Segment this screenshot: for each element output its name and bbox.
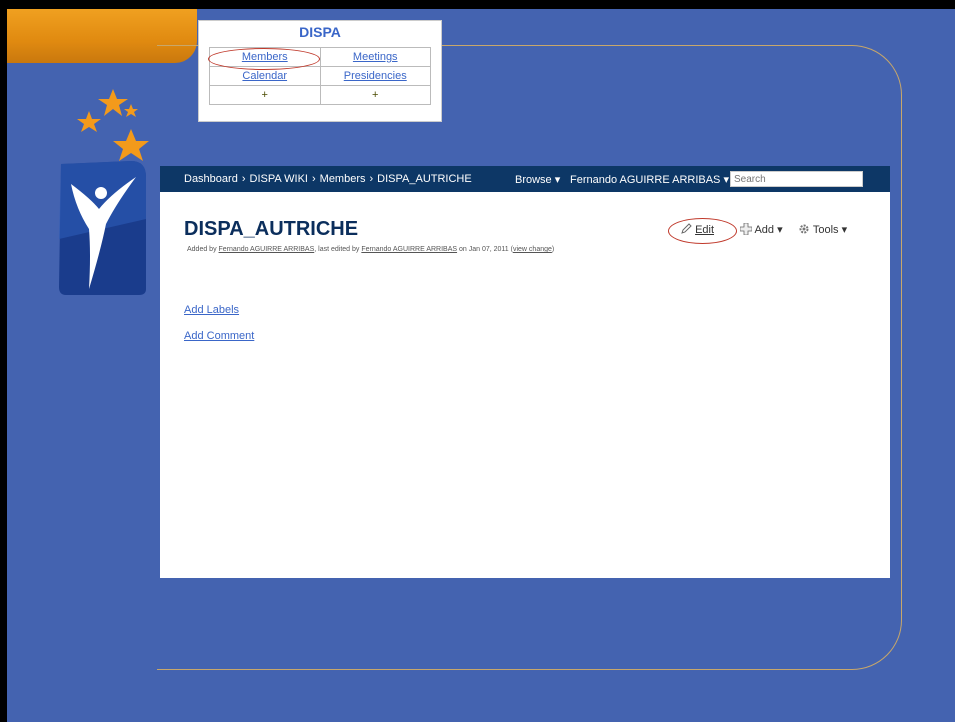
tools-menu-button[interactable]: Tools ▾ bbox=[798, 223, 847, 236]
breadcrumb-separator: › bbox=[311, 173, 316, 185]
meta-date: on Jan 07, 2011 ( bbox=[457, 246, 513, 253]
gear-icon bbox=[799, 224, 809, 234]
breadcrumb-current-page[interactable]: DISPA_AUTRICHE bbox=[377, 173, 472, 185]
decorative-frame-bottom bbox=[177, 669, 737, 670]
search-input[interactable] bbox=[730, 171, 863, 187]
nav-link-meetings[interactable]: Meetings bbox=[319, 47, 431, 67]
star-icon bbox=[77, 111, 101, 132]
nav-add-right-button[interactable]: + bbox=[319, 85, 431, 105]
dispa-nav-box: DISPA Members Meetings Calendar Presiden… bbox=[198, 20, 442, 122]
wiki-topbar: Dashboard › DISPA WIKI › Members › DISPA_AUTRI… bbox=[160, 166, 890, 192]
nav-link-presidencies[interactable]: Presidencies bbox=[319, 66, 431, 86]
meta-editor-link[interactable]: Fernando AGUIRRE ARRIBAS bbox=[361, 246, 457, 253]
edit-annotation-circle bbox=[668, 218, 737, 244]
dispa-logo bbox=[59, 89, 149, 295]
star-icon bbox=[113, 129, 149, 161]
breadcrumb-separator: › bbox=[369, 173, 374, 185]
add-comment-link[interactable]: Add Comment bbox=[184, 330, 254, 342]
add-menu-label: Add ▾ bbox=[754, 224, 783, 236]
dispa-nav-title: DISPA bbox=[299, 24, 341, 40]
meta-added-by: Added by bbox=[187, 246, 219, 253]
page-metadata: Added by Fernando AGUIRRE ARRIBAS, last … bbox=[187, 246, 554, 253]
wiki-page: Dashboard › DISPA WIKI › Members › DISPA_AUTRI… bbox=[160, 166, 890, 578]
star-icon bbox=[98, 89, 128, 116]
browse-menu[interactable]: Browse ▾ bbox=[515, 173, 560, 186]
breadcrumb-separator: › bbox=[241, 173, 246, 185]
slide-background: DISPA Members Meetings Calendar Presiden… bbox=[7, 9, 955, 722]
view-change-link[interactable]: view change bbox=[513, 246, 552, 253]
breadcrumb: Dashboard › DISPA WIKI › Members › DISPA_AUTRI… bbox=[184, 173, 472, 185]
user-menu[interactable]: Fernando AGUIRRE ARRIBAS ▾ bbox=[570, 173, 729, 186]
breadcrumb-dispa-wiki[interactable]: DISPA WIKI bbox=[250, 173, 308, 185]
add-menu-button[interactable]: Add ▾ bbox=[739, 222, 783, 236]
plus-icon bbox=[739, 222, 753, 236]
page-title: DISPA_AUTRICHE bbox=[184, 218, 359, 240]
star-icon bbox=[124, 104, 138, 117]
breadcrumb-dashboard[interactable]: Dashboard bbox=[184, 173, 238, 185]
meta-close: ) bbox=[551, 246, 555, 253]
meta-edited-by: , last edited by bbox=[314, 246, 362, 253]
nav-add-left-button[interactable]: + bbox=[209, 85, 321, 105]
tools-menu-label: Tools ▾ bbox=[812, 224, 848, 236]
members-annotation-circle bbox=[208, 48, 320, 70]
breadcrumb-members[interactable]: Members bbox=[320, 173, 366, 185]
add-labels-link[interactable]: Add Labels bbox=[184, 304, 239, 316]
meta-author-link[interactable]: Fernando AGUIRRE ARRIBAS bbox=[219, 246, 315, 253]
